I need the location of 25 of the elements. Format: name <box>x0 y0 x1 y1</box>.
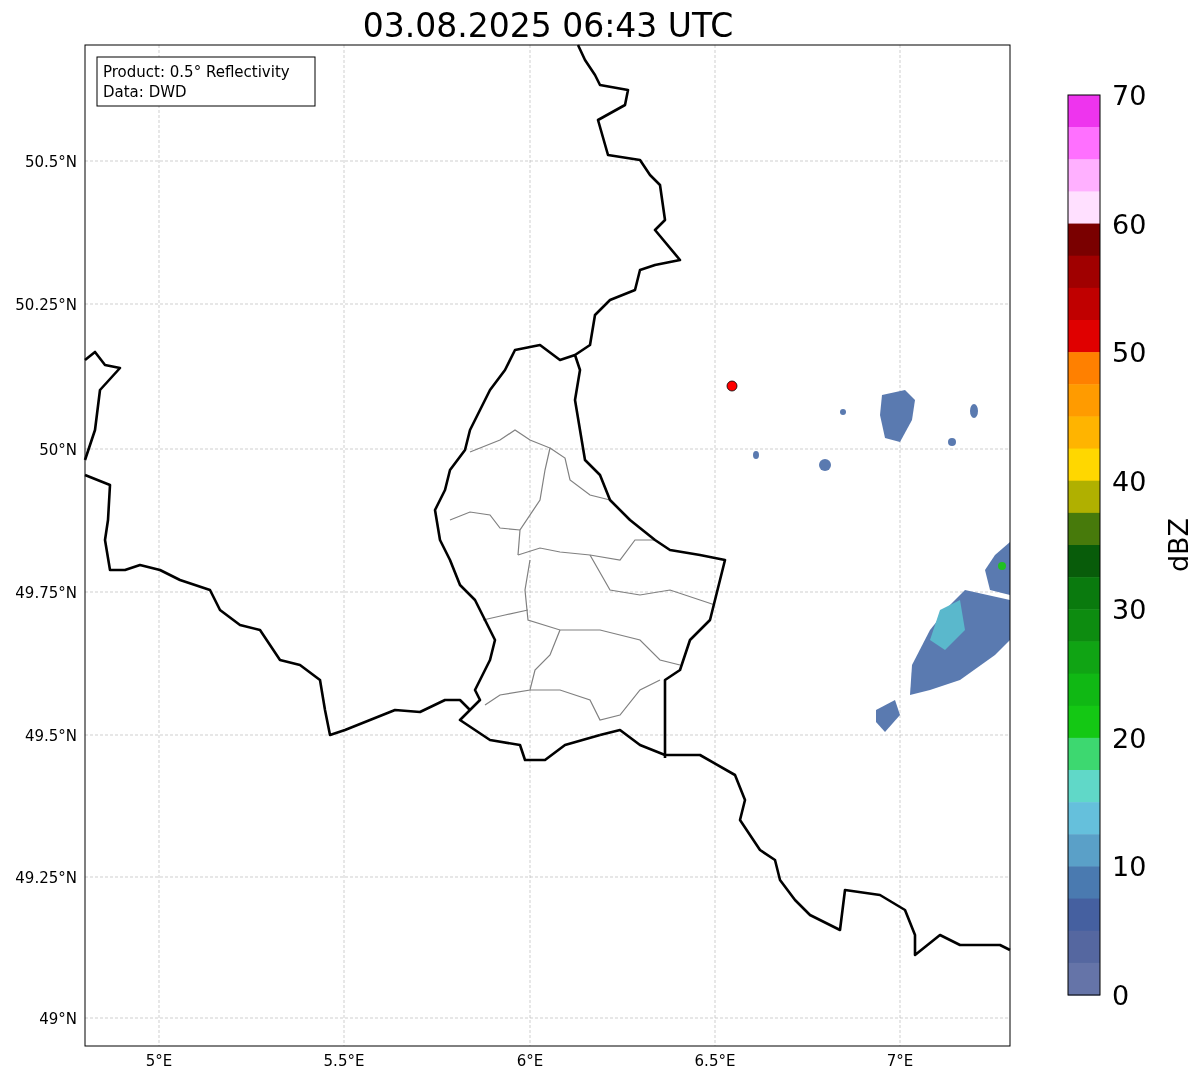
colorbar-tick-label: 40 <box>1112 465 1147 497</box>
colorbar-tick-label: 20 <box>1112 722 1147 754</box>
latitude-label: 49.75°N <box>15 584 77 602</box>
colorbar-tick-label: 70 <box>1112 80 1147 111</box>
latitude-label: 49°N <box>39 1010 77 1028</box>
longitude-label: 6.5°E <box>694 1052 736 1070</box>
colorbar-tick-label: 0 <box>1112 980 1130 1011</box>
longitude-label: 5°E <box>145 1052 173 1070</box>
latitude-label: 49.5°N <box>24 727 77 745</box>
latitude-label: 50.25°N <box>15 296 77 314</box>
colorbar-tick-label: 10 <box>1112 851 1147 883</box>
colorbar-tick-label: 30 <box>1112 594 1147 626</box>
radar-site-marker <box>726 380 738 392</box>
latitude-label: 50°N <box>39 441 77 459</box>
colorbar-tick-label: 60 <box>1112 208 1147 240</box>
info-text: Data: DWD <box>103 83 187 101</box>
latitude-label: 50.5°N <box>24 153 77 171</box>
longitude-label: 6°E <box>516 1052 544 1070</box>
colorbar-tick-label: 50 <box>1112 337 1147 369</box>
colorbar-label: dBZ <box>1163 517 1194 573</box>
latitude-label: 49.25°N <box>15 869 77 887</box>
chart-title: 03.08.2025 06:43 UTC <box>362 6 734 45</box>
longitude-label: 5.5°E <box>323 1052 365 1070</box>
info-text: Product: 0.5° Reflectivity <box>103 63 290 81</box>
longitude-label: 7°E <box>886 1052 914 1070</box>
